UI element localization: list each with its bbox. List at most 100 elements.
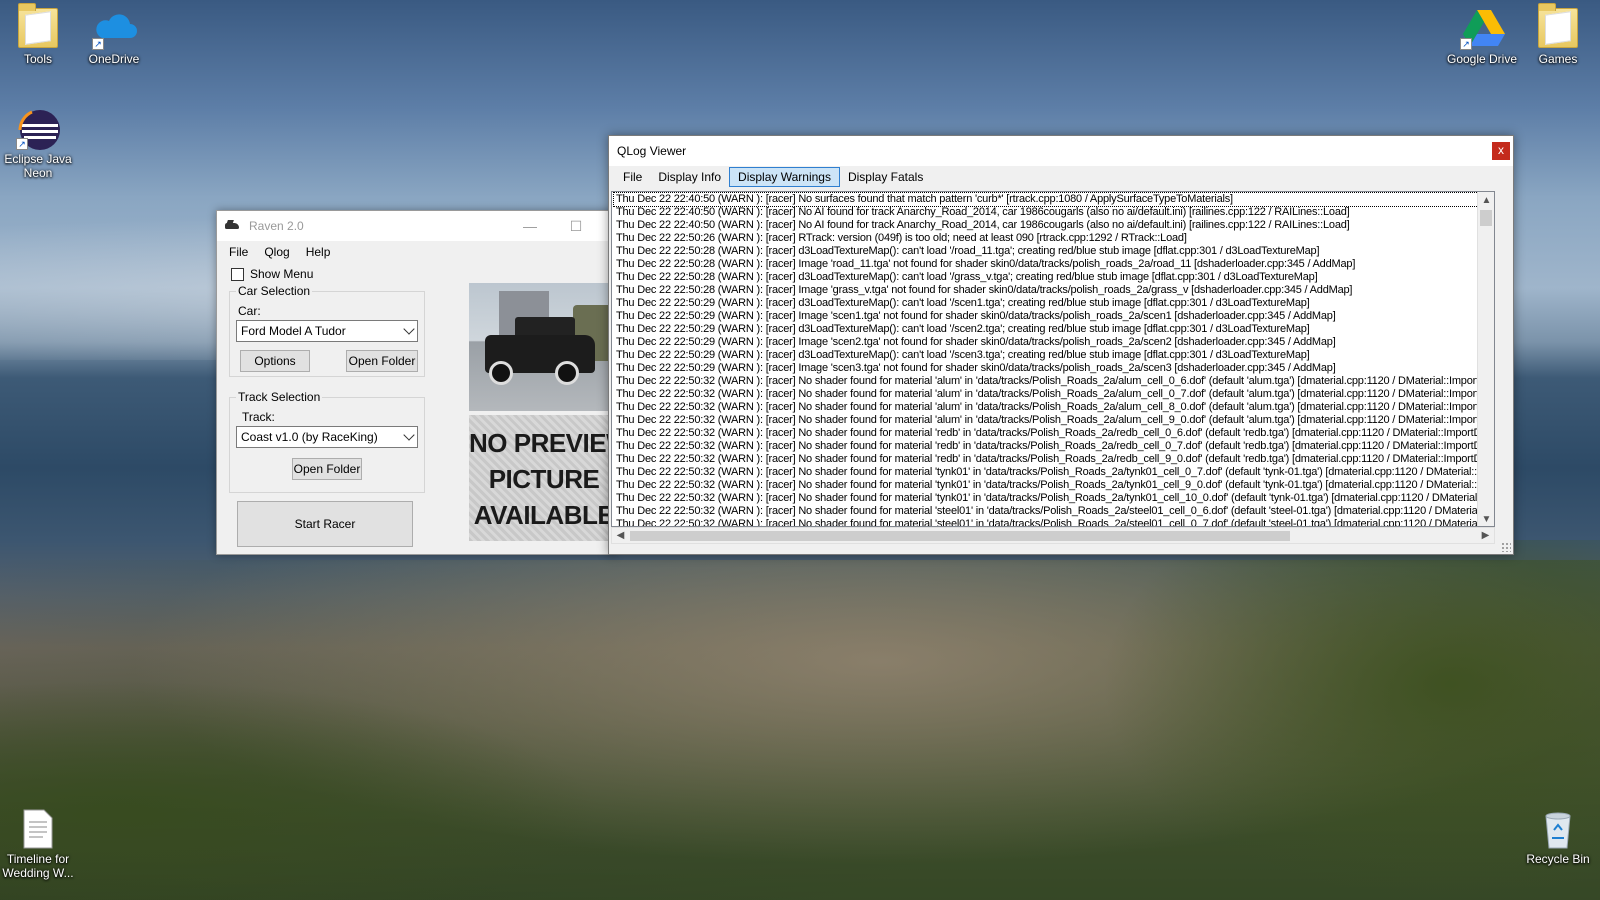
desktop-icon-label: Timeline for Wedding W... — [2, 852, 74, 880]
menu-qlog[interactable]: Qlog — [256, 241, 297, 263]
desktop-icon-label: Google Drive — [1446, 52, 1518, 66]
raven-menubar: File Qlog Help — [217, 241, 615, 263]
horizontal-scroll-thumb[interactable] — [630, 531, 1290, 541]
show-menu-label: Show Menu — [250, 267, 314, 281]
scroll-up-icon[interactable]: ▲ — [1478, 192, 1494, 209]
menu-file[interactable]: File — [221, 241, 256, 263]
raven-app-icon — [225, 220, 241, 232]
log-line[interactable]: Thu Dec 22 22:50:29 (WARN ): [racer] Ima… — [614, 310, 1484, 323]
menu-help[interactable]: Help — [298, 241, 339, 263]
no-preview-line-3: AVAILABLE — [473, 500, 615, 530]
track-selection-group: Track Selection Track: Coast v1.0 (by Ra… — [229, 390, 425, 493]
log-line[interactable]: Thu Dec 22 22:50:32 (WARN ): [racer] No … — [614, 492, 1484, 505]
log-line[interactable]: Thu Dec 22 22:40:50 (WARN ): [racer] No … — [614, 206, 1484, 219]
qlog-menubar: File Display Info Display Warnings Displ… — [609, 166, 1513, 188]
log-line[interactable]: Thu Dec 22 22:50:29 (WARN ): [racer] d3L… — [614, 349, 1484, 362]
show-menu-row[interactable]: Show Menu — [231, 267, 313, 281]
raven-window-title: Raven 2.0 — [249, 219, 304, 233]
track-dropdown-value: Coast v1.0 (by RaceKing) — [241, 430, 378, 444]
shore-background — [0, 560, 1600, 900]
desktop-icon-games[interactable]: Games — [1520, 3, 1596, 66]
car-selection-group: Car Selection Car: Ford Model A Tudor Op… — [229, 284, 425, 377]
no-preview-image: NO PREVIEW PICTURE AVAILABLE — [469, 415, 619, 541]
desktop-icon-label: Games — [1538, 52, 1578, 66]
no-preview-line-2: PICTURE — [488, 464, 600, 494]
minimize-button[interactable]: — — [507, 211, 553, 241]
desktop-icon-tools[interactable]: Tools — [0, 3, 76, 66]
raven-titlebar[interactable]: Raven 2.0 — ☐ — [217, 211, 615, 241]
close-button[interactable]: x — [1492, 142, 1510, 160]
log-line[interactable]: Thu Dec 22 22:40:50 (WARN ): [racer] No … — [613, 192, 1485, 207]
log-line[interactable]: Thu Dec 22 22:50:32 (WARN ): [racer] No … — [614, 414, 1484, 427]
tab-display-info[interactable]: Display Info — [650, 166, 729, 188]
log-line[interactable]: Thu Dec 22 22:50:28 (WARN ): [racer] Ima… — [614, 258, 1484, 271]
recycle-bin-icon — [1538, 808, 1578, 849]
shortcut-arrow-icon: ↗ — [16, 138, 28, 150]
log-line[interactable]: Thu Dec 22 22:50:29 (WARN ): [racer] Ima… — [614, 362, 1484, 375]
log-listbox[interactable]: Thu Dec 22 22:40:50 (WARN ): [racer] No … — [611, 191, 1495, 527]
raven-window: Raven 2.0 — ☐ File Qlog Help Show Menu C… — [216, 210, 619, 555]
car-dropdown[interactable]: Ford Model A Tudor — [236, 320, 418, 342]
log-line[interactable]: Thu Dec 22 22:50:29 (WARN ): [racer] d3L… — [614, 297, 1484, 310]
log-line[interactable]: Thu Dec 22 22:50:32 (WARN ): [racer] No … — [614, 440, 1484, 453]
vertical-scroll-thumb[interactable] — [1480, 210, 1492, 226]
desktop-icon-eclipse[interactable]: ↗ Eclipse Java Neon — [0, 108, 76, 180]
log-line[interactable]: Thu Dec 22 22:40:50 (WARN ): [racer] No … — [614, 219, 1484, 232]
scroll-right-icon[interactable]: ▶ — [1477, 527, 1494, 544]
document-icon — [18, 808, 58, 849]
start-racer-button[interactable]: Start Racer — [237, 501, 413, 547]
folder-icon — [1538, 3, 1578, 48]
log-line[interactable]: Thu Dec 22 22:50:32 (WARN ): [racer] No … — [614, 466, 1484, 479]
desktop-icon-label: Tools — [23, 52, 52, 66]
log-line[interactable]: Thu Dec 22 22:50:32 (WARN ): [racer] No … — [614, 401, 1484, 414]
log-lines: Thu Dec 22 22:40:50 (WARN ): [racer] No … — [613, 192, 1485, 526]
desktop-icon-label: OneDrive — [88, 52, 140, 66]
desktop-icon-timeline-doc[interactable]: Timeline for Wedding W... — [0, 808, 76, 880]
qlog-window-title: QLog Viewer — [617, 144, 687, 158]
log-line[interactable]: Thu Dec 22 22:50:32 (WARN ): [racer] No … — [614, 427, 1484, 440]
onedrive-cloud-icon: ↗ — [92, 8, 137, 50]
scroll-down-icon[interactable]: ▼ — [1478, 511, 1494, 526]
desktop-icon-label: Recycle Bin — [1526, 852, 1590, 866]
desktop-icon-onedrive[interactable]: ↗ OneDrive — [76, 8, 152, 66]
vertical-scrollbar[interactable]: ▲ ▼ — [1477, 192, 1494, 526]
track-open-folder-button[interactable]: Open Folder — [292, 458, 362, 480]
log-line[interactable]: Thu Dec 22 22:50:26 (WARN ): [racer] RTr… — [614, 232, 1484, 245]
tab-display-warnings[interactable]: Display Warnings — [729, 167, 840, 187]
shortcut-arrow-icon: ↗ — [1460, 38, 1472, 50]
car-preview-image — [469, 283, 619, 411]
car-dropdown-value: Ford Model A Tudor — [241, 324, 346, 338]
log-line[interactable]: Thu Dec 22 22:50:28 (WARN ): [racer] d3L… — [614, 271, 1484, 284]
car-selection-title: Car Selection — [236, 284, 313, 298]
show-menu-checkbox[interactable] — [231, 267, 244, 281]
log-line[interactable]: Thu Dec 22 22:50:32 (WARN ): [racer] No … — [614, 518, 1484, 526]
options-button[interactable]: Options — [240, 350, 310, 372]
track-selection-title: Track Selection — [236, 390, 323, 404]
log-line[interactable]: Thu Dec 22 22:50:32 (WARN ): [racer] No … — [614, 479, 1484, 492]
car-open-folder-button[interactable]: Open Folder — [346, 350, 418, 372]
no-preview-line-1: NO PREVIEW — [469, 428, 619, 458]
log-line[interactable]: Thu Dec 22 22:50:28 (WARN ): [racer] Ima… — [614, 284, 1484, 297]
log-line[interactable]: Thu Dec 22 22:50:29 (WARN ): [racer] d3L… — [614, 323, 1484, 336]
log-line[interactable]: Thu Dec 22 22:50:28 (WARN ): [racer] d3L… — [614, 245, 1484, 258]
tab-display-fatals[interactable]: Display Fatals — [840, 166, 931, 188]
log-line[interactable]: Thu Dec 22 22:50:29 (WARN ): [racer] Ima… — [614, 336, 1484, 349]
desktop-icon-google-drive[interactable]: ↗ Google Drive — [1444, 8, 1520, 66]
maximize-button[interactable]: ☐ — [553, 211, 599, 241]
desktop-icon-recycle-bin[interactable]: Recycle Bin — [1520, 808, 1596, 866]
chevron-down-icon — [403, 429, 415, 441]
horizontal-scrollbar[interactable]: ◀ ▶ — [611, 527, 1495, 544]
log-line[interactable]: Thu Dec 22 22:50:32 (WARN ): [racer] No … — [614, 505, 1484, 518]
track-label: Track: — [242, 410, 275, 424]
log-line[interactable]: Thu Dec 22 22:50:32 (WARN ): [racer] No … — [614, 453, 1484, 466]
google-drive-icon: ↗ — [1460, 8, 1505, 50]
log-line[interactable]: Thu Dec 22 22:50:32 (WARN ): [racer] No … — [614, 375, 1484, 388]
track-dropdown[interactable]: Coast v1.0 (by RaceKing) — [236, 426, 418, 448]
menu-file[interactable]: File — [615, 166, 650, 188]
qlog-titlebar[interactable]: QLog Viewer x — [609, 136, 1513, 166]
scroll-left-icon[interactable]: ◀ — [612, 527, 629, 544]
resize-grip-icon[interactable] — [1501, 542, 1511, 552]
desktop-icon-label: Eclipse Java Neon — [4, 152, 72, 180]
log-line[interactable]: Thu Dec 22 22:50:32 (WARN ): [racer] No … — [614, 388, 1484, 401]
car-label: Car: — [238, 304, 261, 318]
